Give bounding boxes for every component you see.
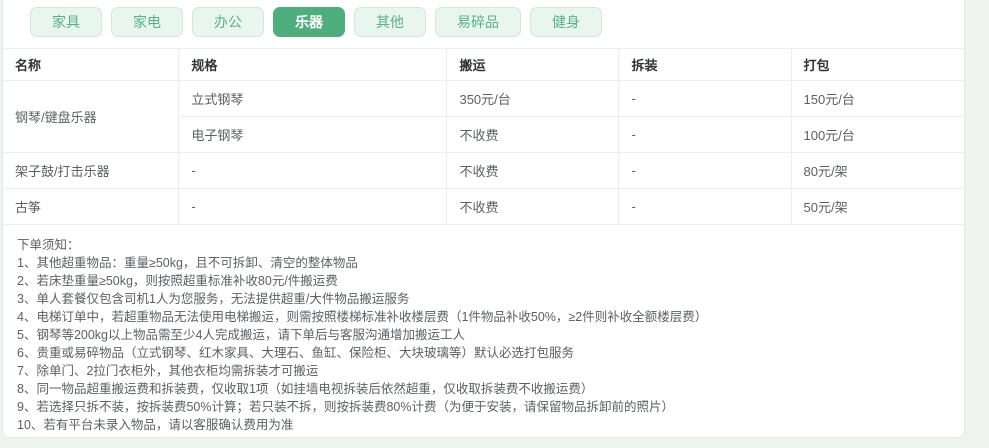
cell-packing: 80元/架	[790, 152, 964, 189]
note-item: 1、其他超重物品：重量≥50kg，且不可拆卸、清空的整体物品	[17, 256, 358, 270]
table-row: 古筝 - 不收费 - 50元/架	[3, 188, 964, 225]
cell-disassembly: -	[618, 80, 791, 117]
note-item: 3、单人套餐仅包含司机1人为您服务，无法提供超重/大件物品搬运服务	[17, 292, 410, 306]
column-header-spec: 规格	[178, 48, 447, 81]
table-header-row: 名称 规格 搬运 拆装 打包	[3, 48, 964, 81]
cell-moving: 不收费	[446, 152, 619, 189]
cell-name: 钢琴/键盘乐器	[3, 80, 179, 153]
cell-moving: 350元/台	[446, 80, 619, 117]
tab-office[interactable]: 办公	[192, 7, 264, 37]
cell-packing: 100元/台	[790, 116, 964, 153]
cell-name: 架子鼓/打击乐器	[3, 152, 179, 189]
tab-instrument[interactable]: 乐器	[273, 7, 345, 37]
cell-disassembly: -	[618, 152, 791, 189]
cell-disassembly: -	[618, 188, 791, 225]
cell-packing: 50元/架	[790, 188, 964, 225]
table-row: 架子鼓/打击乐器 - 不收费 - 80元/架	[3, 152, 964, 189]
note-item: 10、若有平台未录入物品，请以客服确认费用为准	[17, 418, 294, 432]
note-item: 6、贵重或易碎物品（立式钢琴、红木家具、大理石、鱼缸、保险柜、大块玻璃等）默认必…	[17, 346, 574, 360]
column-header-name: 名称	[3, 48, 179, 81]
tab-furniture[interactable]: 家具	[30, 7, 102, 37]
note-item: 7、除单门、2拉门衣柜外，其他衣柜均需拆装才可搬运	[17, 364, 319, 378]
cell-spec: -	[178, 188, 447, 225]
cell-spec: 立式钢琴	[178, 80, 447, 117]
cell-disassembly: -	[618, 116, 791, 153]
cell-name: 古筝	[3, 188, 179, 225]
cell-spec: -	[178, 152, 447, 189]
note-item: 8、同一物品超重搬运费和拆装费，仅收取1项（如挂墙电视拆装后依然超重，仅收取拆装…	[17, 382, 594, 396]
cell-moving: 不收费	[446, 116, 619, 153]
cell-packing: 150元/台	[790, 80, 964, 117]
note-item: 9、若选择只拆不装，按拆装费50%计算；若只装不拆，则按拆装费80%计费（为便于…	[17, 400, 674, 414]
column-header-moving: 搬运	[446, 48, 619, 81]
pricing-card: 家具 家电 办公 乐器 其他 易碎品 健身 名称 规格 搬运 拆装 打包 钢琴/…	[2, 0, 965, 438]
note-item: 4、电梯订单中，若超重物品无法使用电梯搬运，则需按照楼梯标准补收楼层费（1件物品…	[17, 310, 708, 324]
cell-spec: 电子钢琴	[178, 116, 447, 153]
column-header-packing: 打包	[790, 48, 964, 81]
table-row: 钢琴/键盘乐器 立式钢琴 350元/台 - 150元/台	[3, 80, 964, 153]
category-tabs: 家具 家电 办公 乐器 其他 易碎品 健身	[3, 0, 964, 45]
notes-title: 下单须知：	[17, 238, 80, 252]
column-header-disassembly: 拆装	[618, 48, 791, 81]
cell-moving: 不收费	[446, 188, 619, 225]
pricing-table: 名称 规格 搬运 拆装 打包 钢琴/键盘乐器 立式钢琴 350元/台 - 150…	[3, 48, 964, 225]
tab-appliance[interactable]: 家电	[111, 7, 183, 37]
order-notes: 下单须知： 1、其他超重物品：重量≥50kg，且不可拆卸、清空的整体物品 2、若…	[3, 225, 964, 434]
tab-fitness[interactable]: 健身	[530, 7, 602, 37]
note-item: 5、钢琴等200kg以上物品需至少4人完成搬运，请下单后与客服沟通增加搬运工人	[17, 328, 465, 342]
tab-fragile[interactable]: 易碎品	[435, 7, 521, 37]
tab-other[interactable]: 其他	[354, 7, 426, 37]
note-item: 2、若床垫重量≥50kg，则按照超重标准补收80元/件搬运费	[17, 274, 338, 288]
